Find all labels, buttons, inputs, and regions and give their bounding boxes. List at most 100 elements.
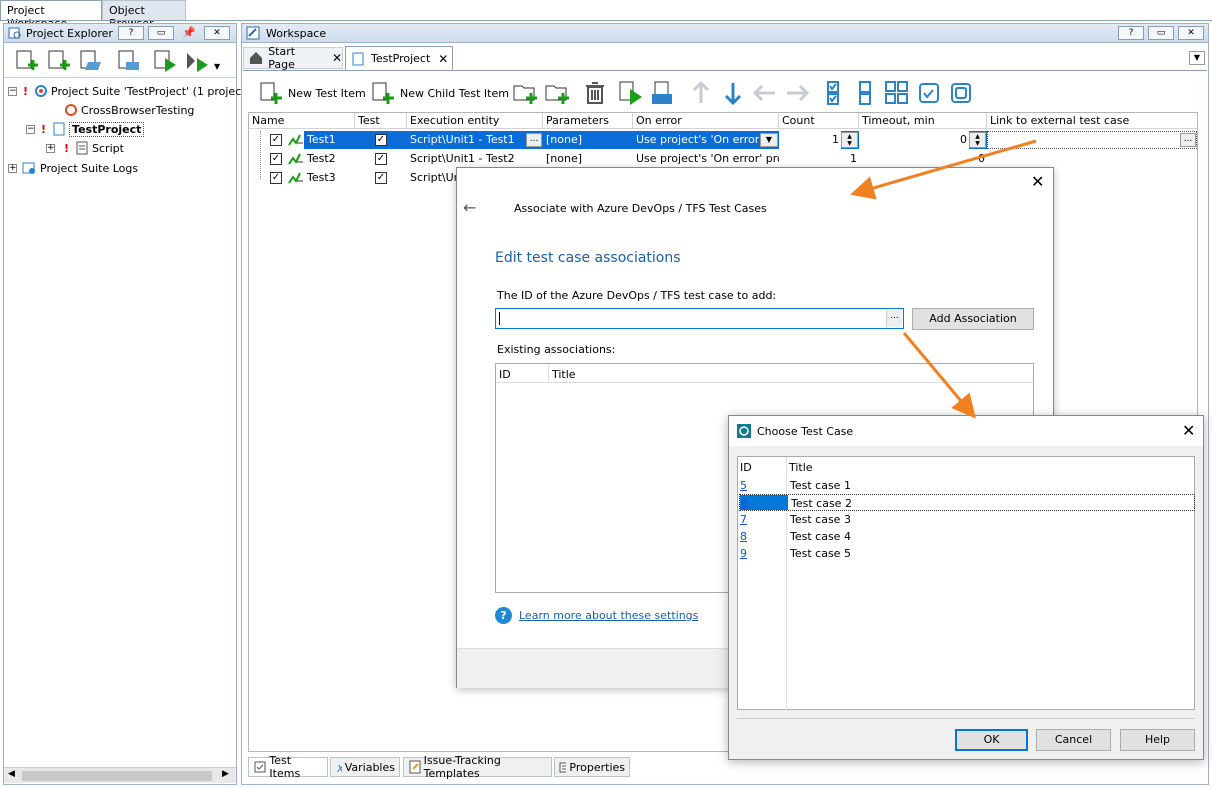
count-spinner[interactable]: ▲ ▼ — [841, 132, 858, 148]
tab-variables[interactable]: x Variables — [330, 757, 400, 777]
column-header-id[interactable]: ID — [740, 461, 752, 474]
check-all-icon[interactable] — [822, 80, 848, 106]
test1-enabled-checkbox[interactable]: ✓ — [270, 134, 282, 146]
delete-icon[interactable] — [582, 80, 608, 106]
collapse-icon[interactable]: − — [8, 86, 17, 96]
column-header-timeout[interactable]: Timeout, min — [859, 113, 987, 129]
list-item[interactable]: 8 Test case 4 — [739, 528, 851, 545]
run-selected-icon[interactable] — [650, 80, 676, 106]
help-button[interactable]: Help — [1120, 729, 1195, 751]
test2-testcase-checkbox[interactable]: ✓ — [375, 153, 387, 165]
explorer-scrollbar[interactable]: ◀ ▶ — [4, 767, 236, 783]
column-header-parameters[interactable]: Parameters — [543, 113, 633, 129]
move-down-icon[interactable] — [720, 80, 746, 106]
move-up-icon[interactable] — [688, 80, 714, 106]
back-arrow-icon[interactable]: ← — [463, 198, 476, 217]
list-item[interactable]: 7 Test case 3 — [739, 511, 851, 528]
tree-item-project-suite[interactable]: − ! Project Suite 'TestProject' (1 proje… — [8, 82, 246, 100]
test1-testcase-checkbox[interactable]: ✓ — [375, 134, 387, 146]
column-header-title[interactable]: Title — [552, 368, 576, 381]
tab-testproject[interactable]: TestProject ✕ — [345, 46, 453, 70]
expand-icon[interactable]: + — [46, 143, 55, 153]
test-case-id-link[interactable]: 5 — [739, 477, 787, 494]
test-case-id-link[interactable]: 6 — [740, 495, 788, 510]
test-case-id-link[interactable]: 9 — [739, 545, 787, 562]
add-project-icon[interactable] — [14, 48, 40, 74]
column-header-id[interactable]: ID — [499, 368, 511, 381]
enable-icon[interactable] — [916, 80, 942, 106]
list-item[interactable]: 5 Test case 1 — [739, 477, 851, 494]
test-case-id-link[interactable]: 7 — [739, 511, 787, 528]
column-header-title[interactable]: Title — [789, 461, 813, 474]
list-item-selected[interactable]: 6 Test case 2 — [739, 494, 1195, 511]
close-icon[interactable]: ✕ — [204, 26, 230, 40]
test3-testcase-checkbox[interactable]: ✓ — [375, 172, 387, 184]
column-header-link[interactable]: Link to external test case — [987, 113, 1197, 129]
expand-icon[interactable]: + — [8, 163, 17, 173]
help-icon[interactable]: ? — [1118, 26, 1144, 40]
disable-icon[interactable] — [948, 80, 974, 106]
row-name[interactable]: Test3 — [304, 169, 354, 187]
column-header-on-error[interactable]: On error — [633, 113, 779, 129]
column-header-name[interactable]: Name — [249, 113, 355, 129]
close-icon[interactable]: ✕ — [1178, 26, 1204, 40]
scroll-left-icon[interactable]: ◀ — [8, 769, 15, 779]
close-icon[interactable]: ✕ — [1031, 172, 1044, 191]
tab-start-page[interactable]: Start Page ✕ — [243, 45, 343, 71]
uncheck-all-icon[interactable] — [854, 80, 880, 106]
count-input[interactable]: 1 — [779, 131, 841, 149]
on-error-dropdown-icon[interactable]: ▼ — [760, 133, 778, 147]
tab-issue-tracking-templates[interactable]: Issue-Tracking Templates — [403, 754, 552, 780]
row-entity[interactable]: Script\Unit — [407, 169, 457, 187]
add-folder-icon[interactable] — [512, 80, 538, 106]
close-icon[interactable]: ✕ — [1182, 421, 1195, 440]
tab-test-items[interactable]: Test Items — [248, 754, 328, 780]
tree-item-project-suite-logs[interactable]: + Project Suite Logs — [8, 159, 138, 177]
cancel-button[interactable]: Cancel — [1036, 729, 1111, 751]
close-tab-icon[interactable]: ✕ — [332, 51, 342, 65]
tree-item-crossbrowsertesting[interactable]: CrossBrowserTesting — [64, 101, 194, 119]
pin-icon[interactable]: 📌 — [182, 26, 196, 39]
add-child-folder-icon[interactable] — [544, 80, 570, 106]
move-right-icon[interactable] — [784, 80, 810, 106]
column-header-execution-entity[interactable]: Execution entity — [407, 113, 543, 129]
new-item-icon[interactable] — [46, 48, 72, 74]
timeout-spinner[interactable]: ▲ ▼ — [969, 132, 986, 148]
timeout-input[interactable]: 0 — [859, 131, 969, 149]
tab-properties[interactable]: Properties — [554, 757, 630, 777]
tree-item-script[interactable]: + ! Script — [46, 139, 124, 157]
test-case-id-link[interactable]: 8 — [739, 528, 787, 545]
new-child-test-item-button[interactable]: New Child Test Item — [370, 80, 509, 106]
entity-ellipsis-button[interactable]: ... — [526, 133, 542, 147]
test3-enabled-checkbox[interactable]: ✓ — [270, 172, 282, 184]
restore-icon[interactable]: ▭ — [148, 26, 174, 40]
restore-icon[interactable]: ▭ — [1148, 26, 1174, 40]
open-file-icon[interactable] — [78, 48, 104, 74]
scrollbar-thumb[interactable] — [22, 771, 212, 781]
run-test-item-icon[interactable] — [618, 80, 644, 106]
tabs-dropdown-icon[interactable]: ▼ — [1189, 51, 1205, 65]
properties-icon[interactable] — [116, 48, 142, 74]
test-case-id-input[interactable]: ... — [495, 308, 904, 329]
list-item[interactable]: 9 Test case 5 — [739, 545, 851, 562]
add-association-button[interactable]: Add Association — [912, 308, 1034, 330]
link-ellipsis-button[interactable]: ... — [1180, 133, 1196, 147]
row-timeout[interactable]: 0 — [859, 150, 987, 168]
row-params[interactable]: [none] — [543, 150, 631, 168]
check-children-icon[interactable] — [884, 80, 910, 106]
column-header-count[interactable]: Count — [779, 113, 859, 129]
row-entity[interactable]: Script\Unit1 - Test2 — [407, 150, 541, 168]
row-name[interactable]: Test2 — [304, 150, 354, 168]
row-count[interactable]: 1 — [779, 150, 859, 168]
collapse-icon[interactable]: − — [26, 124, 35, 134]
test2-enabled-checkbox[interactable]: ✓ — [270, 153, 282, 165]
help-icon[interactable]: ? — [118, 26, 144, 40]
move-left-icon[interactable] — [752, 80, 778, 106]
run-suite-icon[interactable] — [184, 48, 210, 74]
new-test-item-button[interactable]: New Test Item — [258, 80, 366, 106]
dropdown-arrow-icon[interactable]: ▼ — [214, 62, 220, 71]
tab-object-browser[interactable]: Object Browser — [102, 0, 186, 30]
row-on-error[interactable]: Use project's 'On error' pro... — [633, 150, 779, 168]
run-project-icon[interactable] — [152, 48, 178, 74]
learn-more-link[interactable]: Learn more about these settings — [519, 609, 698, 622]
